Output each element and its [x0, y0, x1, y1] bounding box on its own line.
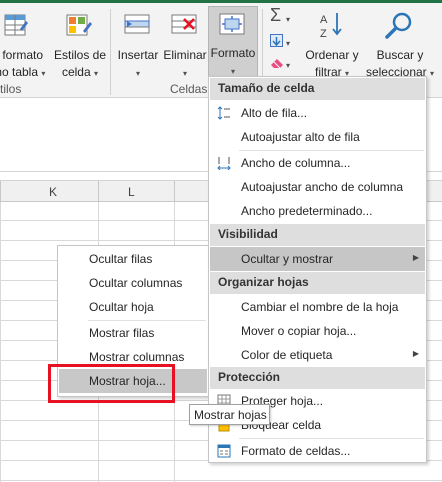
column-divider: [0, 181, 1, 202]
format-cells-icon: [217, 444, 231, 458]
delete-label: Eliminar: [163, 48, 207, 62]
column-header-l[interactable]: L: [128, 185, 135, 199]
sigma-icon: Σ: [270, 5, 282, 25]
column-header-k[interactable]: K: [49, 185, 57, 199]
group-label-cells: Celdas: [170, 82, 208, 96]
insert-button[interactable]: Insertar ▾: [114, 8, 162, 80]
format-as-table-label-2: mo tabla: [0, 65, 39, 79]
group-divider: [110, 9, 111, 95]
column-divider: [98, 181, 99, 202]
section-header-protection: Protección: [210, 367, 425, 389]
menu-item-rename-sheet[interactable]: Cambiar el nombre de la hoja: [210, 295, 425, 319]
fill-button[interactable]: ▾: [266, 31, 296, 51]
format-button[interactable]: Formato ▾: [208, 6, 258, 78]
find-select-label-1: Buscar y: [376, 48, 424, 62]
format-as-table-icon: [4, 13, 28, 43]
chevron-down-icon: ▾: [182, 69, 187, 78]
cell-styles-button[interactable]: Estilos de celda ▾: [52, 8, 108, 80]
menu-item-label: Mostrar filas: [89, 326, 155, 340]
magnifier-icon: [384, 11, 414, 45]
menu-item-label: Autoajustar ancho de columna: [241, 180, 404, 194]
menu-item-default-width[interactable]: Ancho predeterminado...: [210, 199, 425, 223]
menu-item-unhide-rows[interactable]: Mostrar filas: [59, 321, 207, 345]
eraser-icon: [270, 57, 286, 73]
chevron-down-icon: ▾: [286, 39, 291, 48]
section-header-cell-size: Tamaño de celda: [210, 78, 425, 100]
menu-item-label: Ocultar filas: [89, 252, 153, 266]
menu-item-hide-and-unhide[interactable]: Ocultar y mostrar ▶: [210, 247, 425, 271]
find-select-button[interactable]: Buscar y seleccionar ▾: [362, 8, 438, 80]
menu-item-row-height[interactable]: Alto de fila...: [210, 101, 425, 125]
sort-filter-button[interactable]: A Z Ordenar y filtrar ▾: [300, 8, 364, 80]
submenu-arrow-icon: ▶: [412, 253, 419, 262]
svg-text:A: A: [320, 14, 328, 26]
menu-item-label: Alto de fila...: [241, 106, 308, 120]
menu-item-hide-rows[interactable]: Ocultar filas: [59, 247, 207, 271]
menu-item-autofit-column-width[interactable]: Autoajustar ancho de columna: [210, 175, 425, 199]
format-as-table-label-1: r formato: [0, 48, 43, 62]
menu-item-format-cells[interactable]: Formato de celdas...: [210, 439, 425, 463]
sort-az-icon: A Z: [318, 11, 346, 45]
cell-styles-label-2: celda: [61, 65, 91, 79]
menu-item-label: Ancho de columna...: [241, 156, 351, 170]
menu-item-hide-columns[interactable]: Ocultar columnas: [59, 271, 207, 295]
column-divider: [174, 181, 175, 202]
insert-label: Insertar: [117, 48, 159, 62]
fill-down-icon: [270, 34, 283, 47]
section-header-organize-sheets: Organizar hojas: [210, 272, 425, 294]
chevron-down-icon: ▾: [430, 69, 435, 78]
menu-item-label: Autoajustar alto de fila: [241, 130, 360, 144]
sort-filter-label-1: Ordenar y: [305, 48, 359, 62]
cell-styles-label-1: Estilos de: [53, 48, 107, 62]
menu-item-label: Ocultar hoja: [89, 300, 154, 314]
highlight-box: [48, 364, 175, 403]
menu-item-column-width[interactable]: Ancho de columna...: [210, 151, 425, 175]
chevron-down-icon: ▾: [286, 15, 291, 24]
insert-cells-icon: [123, 13, 153, 43]
clear-button[interactable]: ▾: [266, 53, 296, 73]
autosum-button[interactable]: Σ ▾: [266, 5, 296, 29]
menu-item-tab-color[interactable]: Color de etiqueta ▶: [210, 343, 425, 367]
format-as-table-button[interactable]: r formato mo tabla ▾: [0, 8, 50, 80]
menu-item-label: Ocultar y mostrar: [241, 252, 334, 266]
menu-item-label: Formato de celdas...: [241, 444, 351, 458]
chevron-down-icon: ▾: [286, 61, 291, 70]
grid-line: [0, 480, 442, 481]
menu-item-label: Ancho predeterminado...: [241, 204, 373, 218]
cell-styles-icon: [66, 13, 94, 43]
chevron-down-icon: ▾: [41, 69, 46, 78]
menu-item-label: Mover o copiar hoja...: [241, 324, 357, 338]
menu-item-move-copy-sheet[interactable]: Mover o copiar hoja...: [210, 319, 425, 343]
menu-item-label: Ocultar columnas: [89, 276, 183, 290]
format-cells-icon: [218, 12, 248, 42]
svg-text:Z: Z: [320, 28, 327, 40]
row-height-icon: [217, 106, 231, 120]
column-width-icon: [217, 156, 231, 171]
format-label: Formato: [210, 46, 256, 60]
menu-item-autofit-row-height[interactable]: Autoajustar alto de fila: [210, 125, 425, 149]
chevron-down-icon: ▾: [135, 69, 140, 78]
group-label-styles: tilos: [0, 82, 22, 96]
menu-item-label: Mostrar columnas: [89, 350, 185, 364]
menu-item-label: Cambiar el nombre de la hoja: [241, 300, 399, 314]
chevron-down-icon: ▾: [94, 69, 99, 78]
delete-cells-icon: [170, 13, 200, 43]
delete-button[interactable]: Eliminar ▾: [161, 8, 209, 80]
menu-item-label: Color de etiqueta: [241, 348, 333, 362]
menu-item-hide-sheet[interactable]: Ocultar hoja: [59, 295, 207, 319]
section-header-visibility: Visibilidad: [210, 224, 425, 246]
submenu-arrow-icon: ▶: [412, 349, 419, 358]
tooltip-unhide-sheets: Mostrar hojas: [189, 404, 270, 425]
